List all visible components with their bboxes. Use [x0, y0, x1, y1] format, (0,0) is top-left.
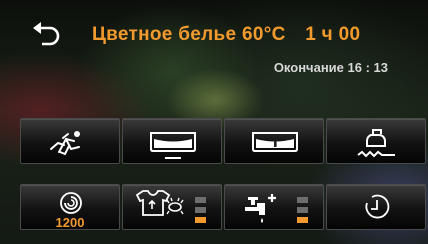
quick-wash-icon [50, 131, 80, 156]
end-time-label: Окончание 16 : 13 [273, 60, 388, 75]
program-duration: 1 ч 00 [305, 24, 361, 45]
prewash-icon [252, 132, 298, 152]
extra-water-button[interactable] [122, 118, 222, 164]
rinse-level-bar-2 [297, 207, 308, 213]
easy-iron-button[interactable] [326, 118, 426, 164]
soil-level-bar-3 [195, 197, 206, 203]
washer-display: Цветное белье 60°C 1 ч 00 Окончание 16 :… [0, 0, 428, 244]
quick-wash-button[interactable] [20, 118, 120, 164]
prewash-button[interactable] [224, 118, 324, 164]
soil-level-bar-1 [195, 217, 206, 223]
delay-timer-icon [365, 194, 390, 219]
easy-iron-icon [357, 129, 395, 158]
rinse-plus-icon [245, 194, 276, 223]
program-title: Цветное белье 60°C 1 ч 00 [92, 24, 360, 46]
rinse-plus-button[interactable] [224, 184, 324, 230]
program-name: Цветное белье [92, 24, 237, 45]
soil-level-icon [135, 190, 184, 216]
soil-level-button[interactable] [122, 184, 222, 230]
spin-speed-value: 1200 [55, 215, 85, 230]
delay-start-button[interactable] [326, 184, 426, 230]
rinse-level-bar-3 [297, 197, 308, 203]
soil-level-bar-2 [195, 207, 206, 213]
program-temperature: 60°C [241, 24, 286, 45]
extra-water-icon [150, 132, 196, 159]
back-arrow-icon[interactable] [30, 20, 66, 50]
rinse-level-bar-1 [297, 217, 308, 223]
spin-speed-button[interactable]: 1200 [20, 184, 120, 230]
